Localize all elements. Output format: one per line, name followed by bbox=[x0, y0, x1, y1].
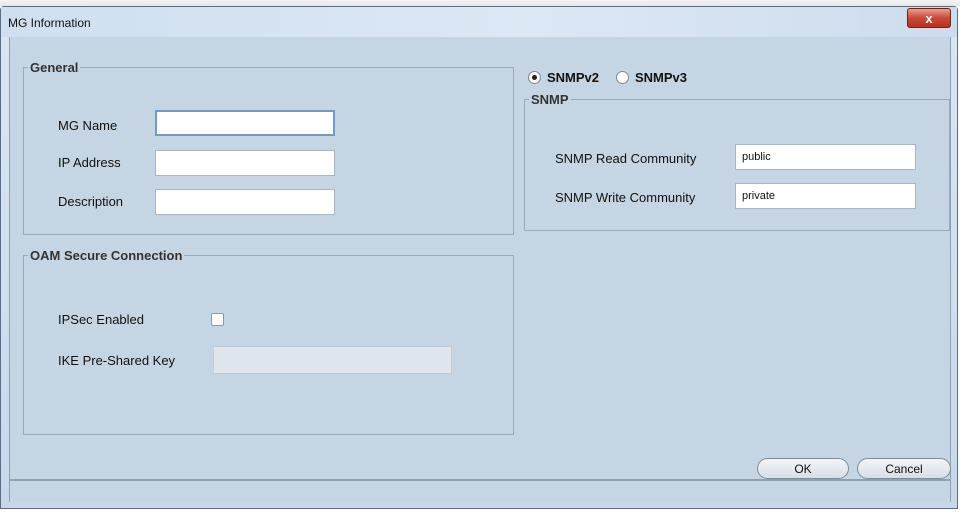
ike-key-field[interactable] bbox=[213, 346, 452, 374]
bottom-margin bbox=[0, 509, 960, 517]
general-legend: General bbox=[28, 60, 81, 75]
radio-selected-dot bbox=[532, 75, 537, 80]
ipsec-enabled-label: IPSec Enabled bbox=[58, 312, 145, 327]
oam-legend: OAM Secure Connection bbox=[28, 248, 185, 263]
snmp-legend: SNMP bbox=[529, 92, 571, 107]
close-button[interactable]: x bbox=[907, 8, 951, 28]
close-icon: x bbox=[925, 10, 933, 26]
mg-information-dialog: MG Information x General MG Name IP Addr… bbox=[0, 6, 958, 509]
footer-separator bbox=[10, 479, 950, 502]
ip-address-label: IP Address bbox=[58, 155, 121, 170]
description-field[interactable] bbox=[155, 189, 335, 215]
ipsec-enabled-checkbox[interactable] bbox=[211, 313, 224, 326]
ip-address-field[interactable] bbox=[155, 150, 335, 176]
snmp-write-community-field[interactable] bbox=[735, 183, 916, 209]
oam-secure-connection-group: OAM Secure Connection IPSec Enabled IKE … bbox=[23, 248, 514, 435]
snmp-read-community-field[interactable] bbox=[735, 144, 916, 170]
snmp-group: SNMP SNMP Read Community SNMP Write Comm… bbox=[524, 92, 950, 231]
ike-key-label: IKE Pre-Shared Key bbox=[58, 353, 176, 368]
dialog-title: MG Information bbox=[8, 16, 91, 30]
description-label: Description bbox=[58, 194, 124, 209]
snmpv2-label[interactable]: SNMPv2 bbox=[547, 70, 599, 85]
mg-name-label: MG Name bbox=[58, 118, 118, 133]
cancel-button[interactable]: Cancel bbox=[857, 458, 951, 479]
dialog-body: General MG Name IP Address Description O… bbox=[9, 37, 951, 502]
snmp-write-label: SNMP Write Community bbox=[555, 190, 696, 205]
snmpv3-radio[interactable] bbox=[616, 71, 629, 84]
title-bar[interactable]: MG Information x bbox=[1, 7, 957, 37]
snmp-read-label: SNMP Read Community bbox=[555, 151, 697, 166]
general-group: General MG Name IP Address Description bbox=[23, 60, 514, 235]
ok-button[interactable]: OK bbox=[757, 458, 849, 479]
mg-name-field[interactable] bbox=[155, 110, 335, 136]
snmpv2-radio[interactable] bbox=[528, 71, 541, 84]
snmpv3-label[interactable]: SNMPv3 bbox=[635, 70, 687, 85]
